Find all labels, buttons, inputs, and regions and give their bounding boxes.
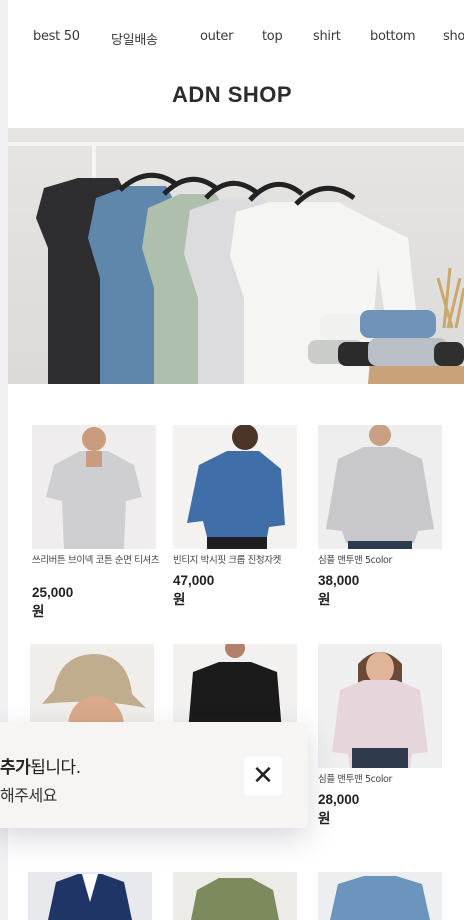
product-image[interactable]: [32, 425, 156, 549]
product-image[interactable]: [318, 644, 442, 768]
product-name[interactable]: 쓰리버튼 브이넥 코튼 순면 티셔츠: [32, 555, 160, 567]
close-icon[interactable]: ✕: [252, 763, 274, 789]
toast-message-line1: 추가됩니다.: [0, 753, 81, 778]
toast-message-rest: 됩니다.: [30, 758, 81, 778]
toast-message-bold: 추가: [0, 758, 31, 778]
hero-banner[interactable]: [8, 128, 464, 384]
toast-notification: 추가됩니다. 해주세요 ✕: [0, 722, 308, 828]
hero-image: [8, 142, 464, 384]
nav-item-top[interactable]: top: [262, 29, 283, 44]
shop-title[interactable]: ADN SHOP: [0, 82, 464, 108]
toast-message-line2: 해주세요: [0, 786, 57, 805]
product-name[interactable]: 심플 맨투맨 5color: [318, 555, 446, 567]
product-image[interactable]: [173, 425, 297, 549]
product-image[interactable]: [28, 872, 152, 920]
nav-item-same-day-delivery[interactable]: 당일배송: [111, 29, 158, 48]
product-price: 38,000원: [318, 573, 360, 607]
nav-item-shirt[interactable]: shirt: [313, 29, 341, 44]
product-name[interactable]: 빈티지 박시핏 크롭 진청자켓: [173, 555, 301, 567]
toast-close-button[interactable]: ✕: [244, 757, 282, 795]
nav-item-outer[interactable]: outer: [200, 29, 233, 44]
product-name[interactable]: 심플 맨투맨 5color: [318, 774, 446, 786]
product-image[interactable]: [318, 425, 442, 549]
product-price: 25,000원: [32, 585, 74, 619]
category-nav: best 50 당일배송 outer top shirt bottom sho: [0, 0, 464, 78]
product-price: 28,000원: [318, 792, 360, 826]
product-image[interactable]: [318, 872, 442, 920]
nav-item-best50[interactable]: best 50: [33, 29, 80, 44]
product-price: 47,000원: [173, 573, 215, 607]
nav-item-bottom[interactable]: bottom: [370, 29, 416, 44]
product-image[interactable]: [173, 872, 297, 920]
nav-item-more[interactable]: sho: [443, 29, 464, 44]
